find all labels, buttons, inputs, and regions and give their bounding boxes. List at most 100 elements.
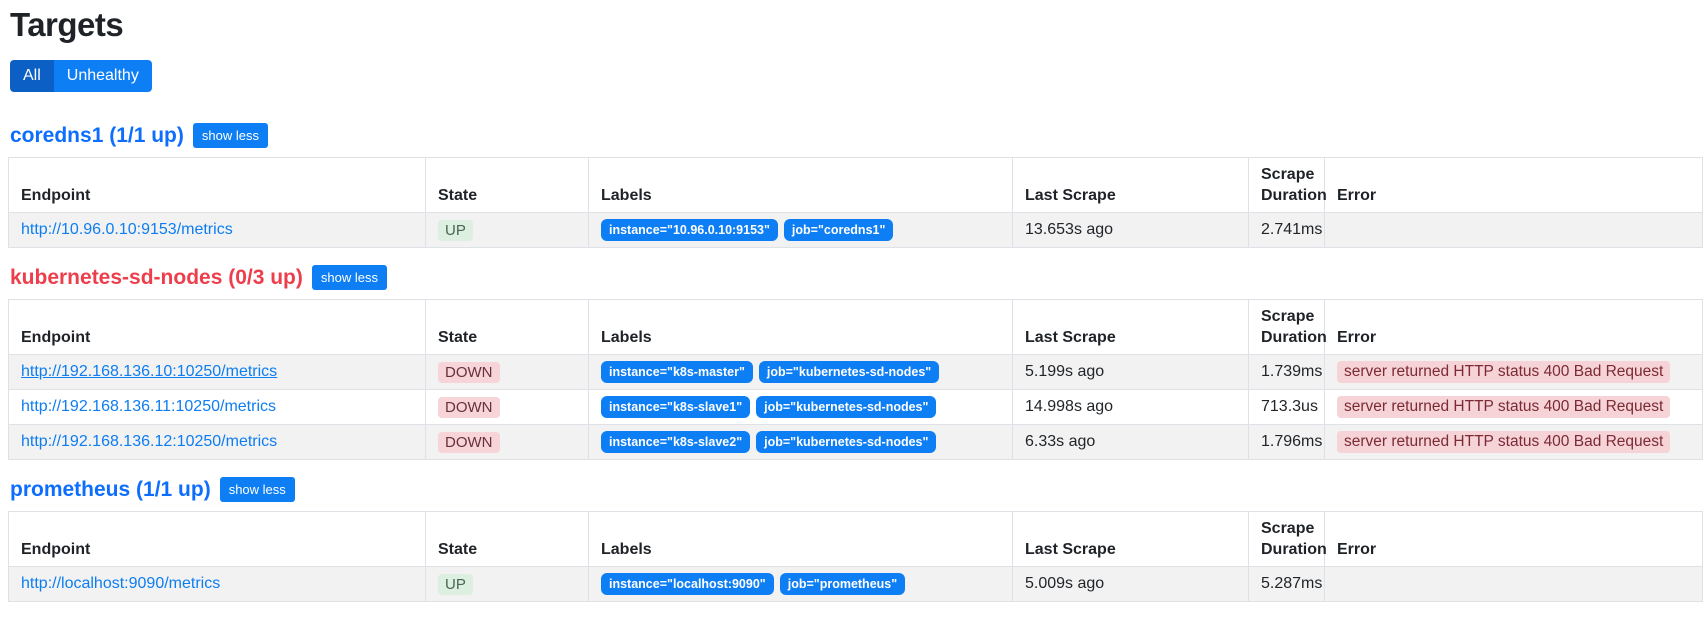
table-row: http://192.168.136.10:10250/metrics DOWN… [8,354,1703,390]
last-scrape-cell: 5.199s ago [1012,354,1249,390]
label-badge[interactable]: job="kubernetes-sd-nodes" [756,396,937,418]
last-scrape-cell: 6.33s ago [1012,424,1249,460]
last-scrape-cell: 5.009s ago [1012,566,1249,602]
error-badge: server returned HTTP status 400 Bad Requ… [1337,361,1671,383]
column-header: State [425,299,589,355]
labels-cell: instance="localhost:9090" job="prometheus… [588,566,1013,602]
column-header: Endpoint [8,511,426,567]
state-badge: DOWN [438,361,500,383]
labels-cell: instance="k8s-master" job="kubernetes-sd-… [588,354,1013,390]
column-header: Last Scrape [1012,157,1249,213]
state-cell: DOWN [425,354,589,390]
column-header: Last Scrape [1012,511,1249,567]
scrape-duration-cell: 2.741ms [1248,212,1325,248]
column-header: State [425,511,589,567]
jobs-container: coredns1 (1/1 up) show less Endpoint Stat… [8,123,1703,602]
endpoint-link[interactable]: http://192.168.136.12:10250/metrics [21,433,277,450]
state-badge: DOWN [438,396,500,418]
show-less-button[interactable]: show less [192,123,268,148]
job-heading: prometheus (1/1 up) [10,477,211,501]
state-cell: DOWN [425,389,589,425]
endpoint-link[interactable]: http://192.168.136.10:10250/metrics [21,363,277,380]
job-section: kubernetes-sd-nodes (0/3 up) show less E… [8,265,1703,460]
column-header: Last Scrape [1012,299,1249,355]
column-header: Error [1324,511,1703,567]
table-body: http://10.96.0.10:9153/metrics UP instan… [8,212,1703,248]
last-scrape-cell: 14.998s ago [1012,389,1249,425]
table-header-row: Endpoint State Labels Last Scrape Scrape Dur… [8,299,1703,355]
targets-table: Endpoint State Labels Last Scrape Scrape Dur… [8,157,1703,248]
state-cell: UP [425,566,589,602]
page-title: Targets [10,6,124,43]
label-badge[interactable]: job="coredns1" [783,219,894,241]
label-badge[interactable]: instance="localhost:9090" [601,573,774,595]
targets-page: Targets All Unhealthy coredns1 (1/1 up) … [0,6,1703,602]
error-cell: server returned HTTP status 400 Bad Requ… [1324,354,1703,390]
state-badge: UP [438,573,473,595]
targets-table: Endpoint State Labels Last Scrape Scrape Dur… [8,299,1703,460]
scrape-duration-cell: 5.287ms [1248,566,1325,602]
error-badge: server returned HTTP status 400 Bad Requ… [1337,396,1671,418]
label-badge[interactable]: job="kubernetes-sd-nodes" [758,361,940,383]
endpoint-cell: http://localhost:9090/metrics [8,566,426,602]
endpoint-cell: http://192.168.136.11:10250/metrics [8,389,426,425]
column-header: State [425,157,589,213]
filter-unhealthy-button[interactable]: Unhealthy [53,60,152,92]
job-heading: kubernetes-sd-nodes (0/3 up) [10,265,303,289]
label-badge[interactable]: instance="k8s-master" [601,361,753,383]
show-less-button[interactable]: show less [219,477,295,502]
table-row: http://192.168.136.11:10250/metrics DOWN… [8,389,1703,425]
state-cell: UP [425,212,589,248]
label-badge[interactable]: instance="k8s-slave1" [601,396,751,418]
error-cell [1324,212,1703,248]
labels-cell: instance="10.96.0.10:9153" job="coredns1" [588,212,1013,248]
column-header: Scrape Duration [1248,299,1327,355]
state-badge: DOWN [438,431,500,453]
show-less-button[interactable]: show less [311,265,387,290]
job-section: coredns1 (1/1 up) show less Endpoint Stat… [8,123,1703,248]
column-header: Scrape Duration [1248,511,1327,567]
state-badge: UP [438,219,473,241]
endpoint-cell: http://192.168.136.10:10250/metrics [8,354,426,390]
targets-table: Endpoint State Labels Last Scrape Scrape Dur… [8,511,1703,602]
label-badge[interactable]: job="prometheus" [779,573,906,595]
label-badge[interactable]: instance="k8s-slave2" [601,431,751,453]
labels-cell: instance="k8s-slave1" job="kubernetes-sd-… [588,389,1013,425]
table-header-row: Endpoint State Labels Last Scrape Scrape Dur… [8,157,1703,213]
job-heading-row: kubernetes-sd-nodes (0/3 up) show less [10,265,1703,290]
last-scrape-cell: 13.653s ago [1012,212,1249,248]
table-row: http://192.168.136.12:10250/metrics DOWN… [8,424,1703,460]
label-badge[interactable]: instance="10.96.0.10:9153" [601,219,778,241]
endpoint-link[interactable]: http://localhost:9090/metrics [21,575,220,592]
column-header: Error [1324,157,1703,213]
state-cell: DOWN [425,424,589,460]
error-cell [1324,566,1703,602]
scrape-duration-cell: 1.796ms [1248,424,1325,460]
column-header: Endpoint [8,157,426,213]
table-row: http://localhost:9090/metrics UP instanc… [8,566,1703,602]
filter-all-button[interactable]: All [10,60,54,92]
scrape-duration-cell: 713.3us [1248,389,1325,425]
endpoint-cell: http://10.96.0.10:9153/metrics [8,212,426,248]
job-heading-row: prometheus (1/1 up) show less [10,477,1703,502]
error-cell: server returned HTTP status 400 Bad Requ… [1324,389,1703,425]
endpoint-link[interactable]: http://192.168.136.11:10250/metrics [21,398,276,415]
table-body: http://192.168.136.10:10250/metrics DOWN… [8,354,1703,460]
job-heading-row: coredns1 (1/1 up) show less [10,123,1703,148]
column-header: Endpoint [8,299,426,355]
column-header: Labels [588,299,1013,355]
table-body: http://localhost:9090/metrics UP instanc… [8,566,1703,602]
job-heading: coredns1 (1/1 up) [10,123,184,147]
column-header: Labels [588,511,1013,567]
error-cell: server returned HTTP status 400 Bad Requ… [1324,424,1703,460]
column-header: Labels [588,157,1013,213]
error-badge: server returned HTTP status 400 Bad Requ… [1337,431,1671,453]
endpoint-link[interactable]: http://10.96.0.10:9153/metrics [21,221,233,238]
table-row: http://10.96.0.10:9153/metrics UP instan… [8,212,1703,248]
labels-cell: instance="k8s-slave2" job="kubernetes-sd-… [588,424,1013,460]
label-badge[interactable]: job="kubernetes-sd-nodes" [756,431,937,453]
table-header-row: Endpoint State Labels Last Scrape Scrape Dur… [8,511,1703,567]
column-header: Error [1324,299,1703,355]
target-filter-group: All Unhealthy [10,60,152,92]
column-header: Scrape Duration [1248,157,1327,213]
